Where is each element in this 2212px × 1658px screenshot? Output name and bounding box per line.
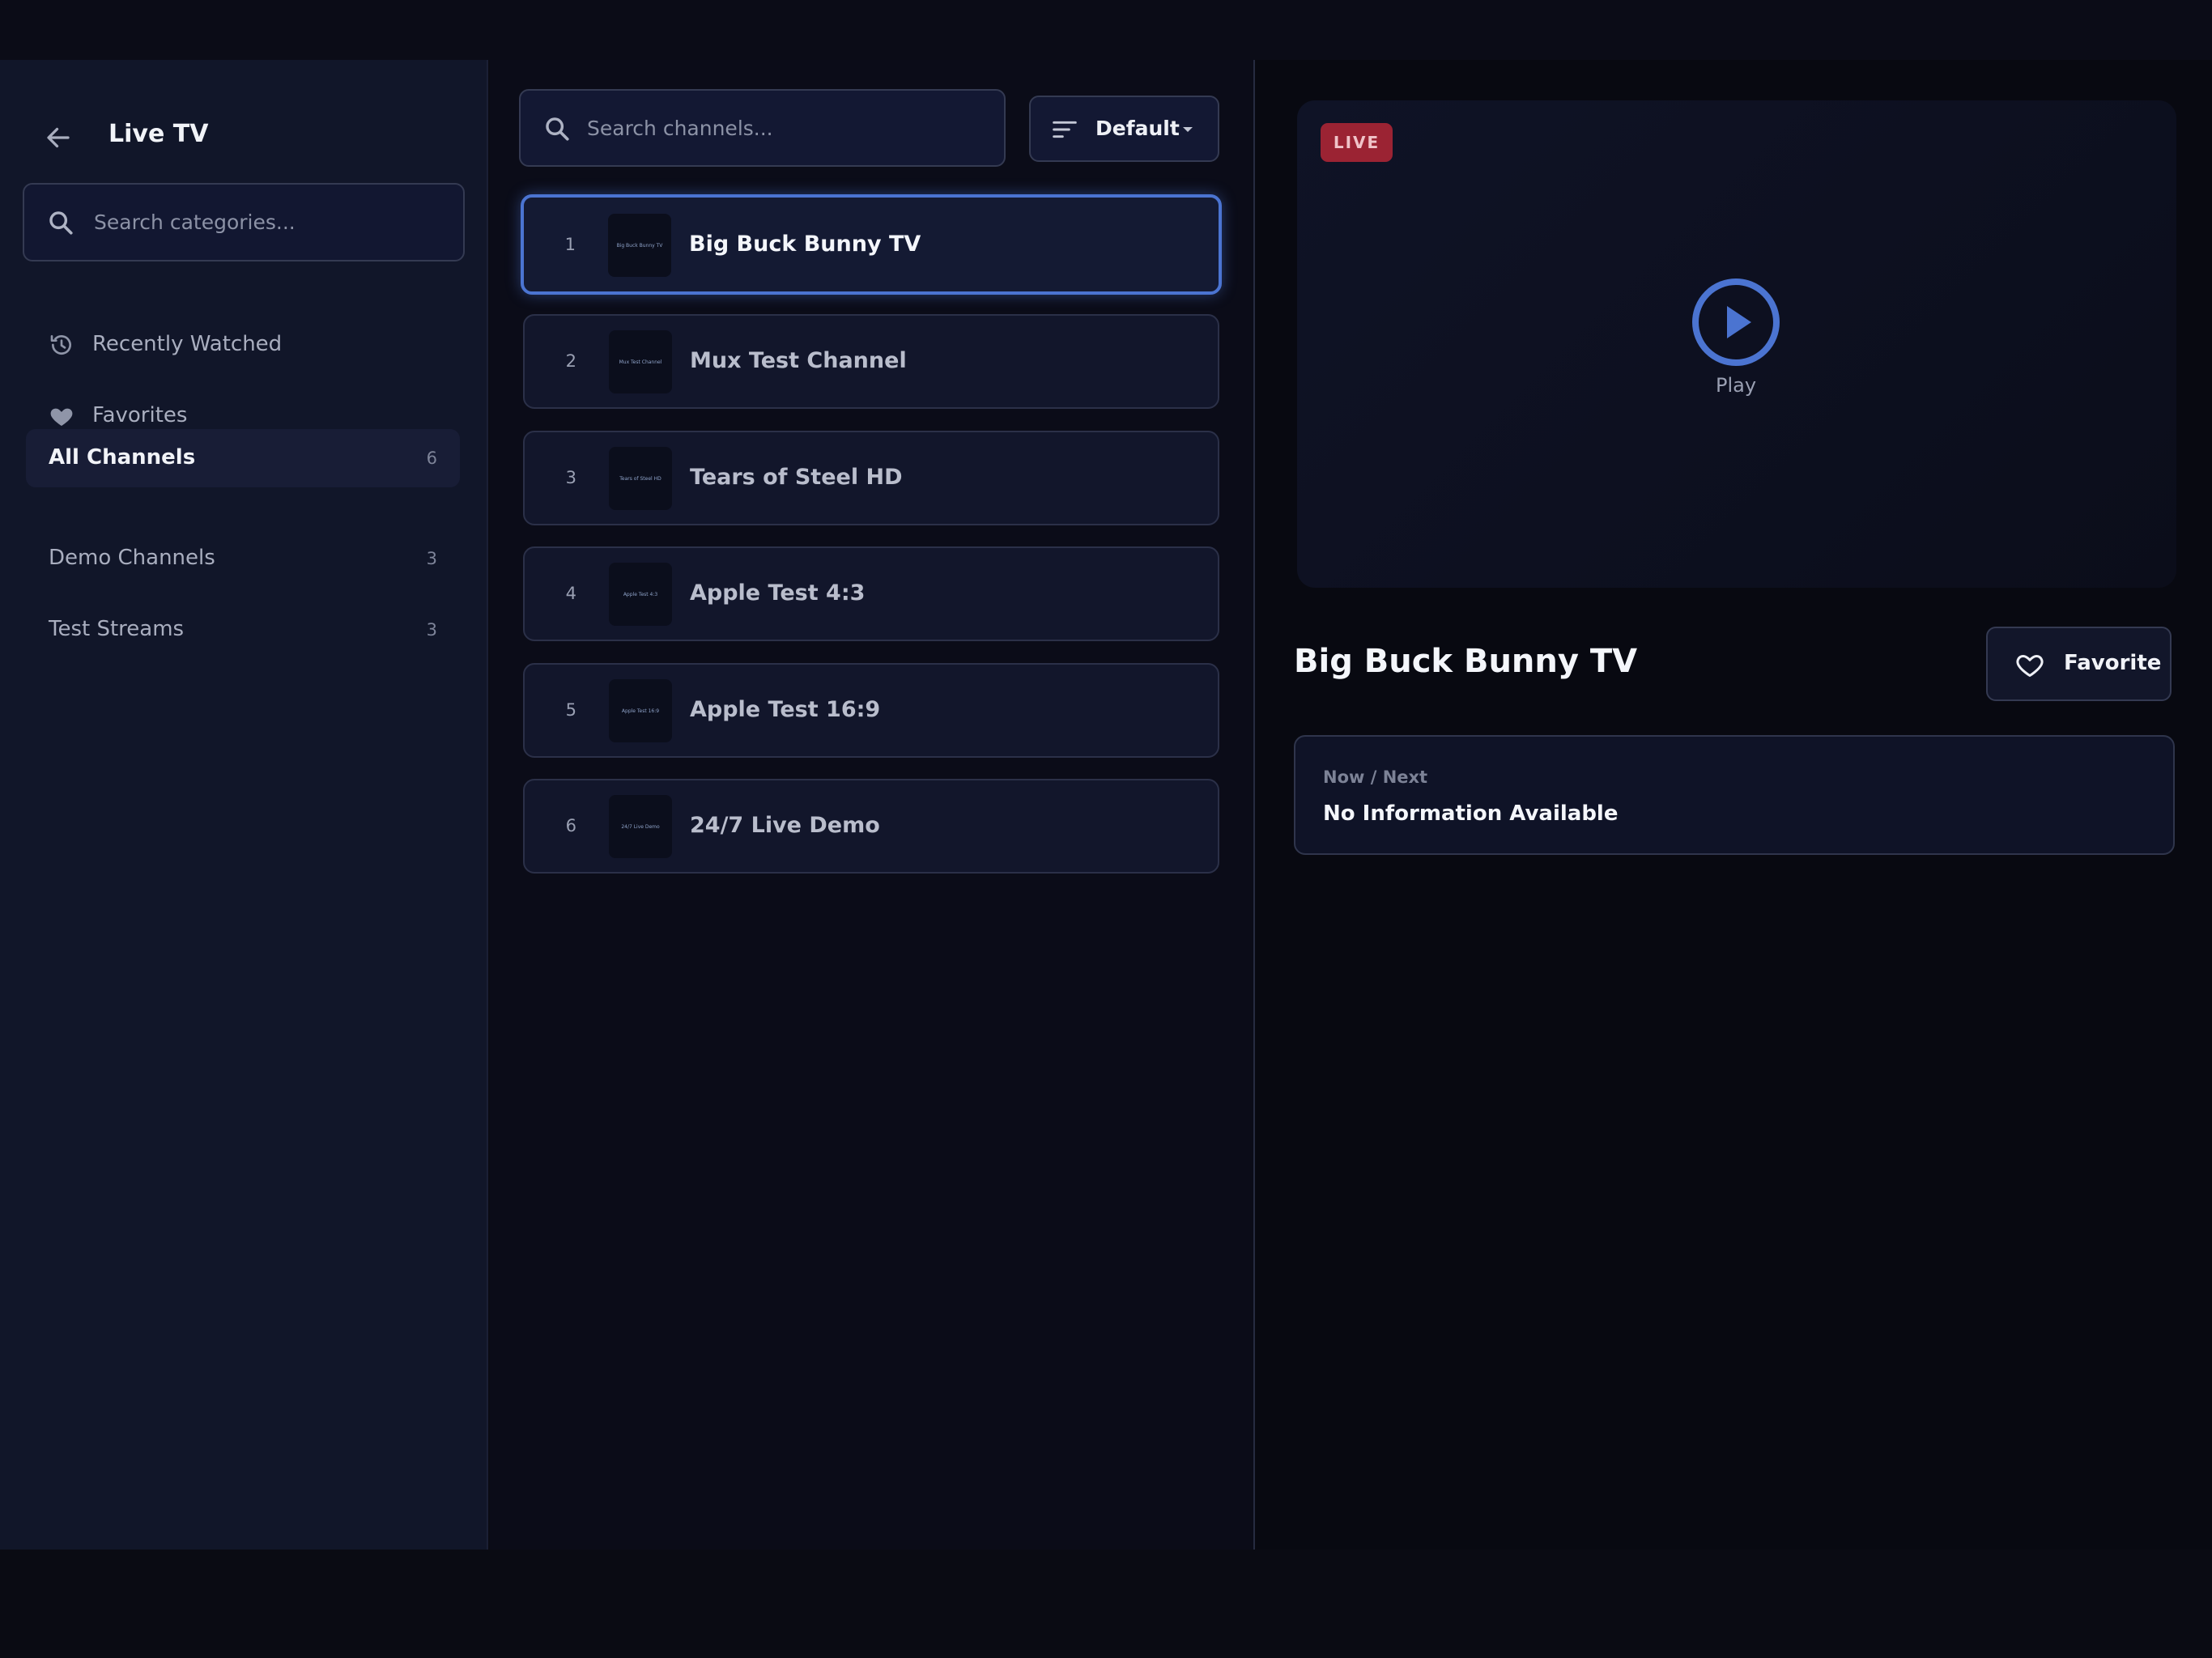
channel-row[interactable]: 2 Mux Test Channel Mux Test Channel xyxy=(523,314,1219,409)
channel-number: 4 xyxy=(565,584,576,603)
channel-name: Apple Test 16:9 xyxy=(690,697,881,722)
sidebar-item-label: Test Streams xyxy=(49,617,185,641)
channel-number: 3 xyxy=(565,468,576,487)
category-search-box[interactable] xyxy=(23,183,465,261)
channel-number: 2 xyxy=(565,351,576,371)
caret-down-icon xyxy=(1183,127,1193,132)
category-sidebar: Live TV Recently Watched Favorites All C… xyxy=(0,60,488,1550)
channel-logo: Big Buck Bunny TV xyxy=(608,214,671,277)
channel-row[interactable]: 3 Tears of Steel HD Tears of Steel HD xyxy=(523,431,1219,525)
channel-name: 24/7 Live Demo xyxy=(690,813,880,838)
sidebar-item-label: Demo Channels xyxy=(49,546,215,570)
channel-search-input[interactable] xyxy=(585,91,990,165)
sort-icon xyxy=(1053,121,1077,138)
bottom-bar xyxy=(0,1550,2212,1658)
category-count: 6 xyxy=(426,449,437,468)
now-next-info-box: Now / Next No Information Available xyxy=(1294,735,2175,855)
favorite-label: Favorite xyxy=(2064,651,2162,675)
sidebar-item-recently-watched[interactable]: Recently Watched xyxy=(26,316,460,374)
sort-label: Default xyxy=(1095,117,1180,140)
channel-list-panel: Default 1 Big Buck Bunny TV Big Buck Bun… xyxy=(490,60,1254,1550)
page-title: Live TV xyxy=(108,120,209,148)
channel-name: Mux Test Channel xyxy=(690,348,907,373)
sidebar-item-label: Favorites xyxy=(92,403,188,427)
selected-channel-title: Big Buck Bunny TV xyxy=(1294,643,1638,680)
channel-row[interactable]: 5 Apple Test 16:9 Apple Test 16:9 xyxy=(523,663,1219,758)
channel-logo-text: Mux Test Channel xyxy=(619,359,662,365)
channel-details-panel: LIVE Play Big Buck Bunny TV Favorite Now… xyxy=(1255,60,2212,1550)
channel-row[interactable]: 4 Apple Test 4:3 Apple Test 4:3 xyxy=(523,546,1219,641)
sidebar-item-all-channels[interactable]: All Channels 6 xyxy=(26,429,460,487)
favorite-button[interactable]: Favorite xyxy=(1986,627,2172,701)
channel-logo: Tears of Steel HD xyxy=(609,447,672,510)
play-label: Play xyxy=(1715,374,1757,397)
channel-logo: Mux Test Channel xyxy=(609,330,672,393)
category-search-input[interactable] xyxy=(92,185,449,260)
channel-logo-text: Apple Test 4:3 xyxy=(623,591,658,597)
history-icon xyxy=(50,335,71,355)
channel-logo-text: Big Buck Bunny TV xyxy=(616,242,663,249)
channel-search-box[interactable] xyxy=(519,89,1006,167)
channel-name: Big Buck Bunny TV xyxy=(689,232,921,257)
epg-label: Now / Next xyxy=(1323,767,1428,787)
channel-name: Tears of Steel HD xyxy=(690,465,903,490)
epg-value: No Information Available xyxy=(1323,801,1619,826)
category-count: 3 xyxy=(426,620,437,640)
video-player-preview[interactable]: LIVE Play xyxy=(1297,100,2176,588)
search-icon xyxy=(49,211,73,235)
top-bar xyxy=(0,0,2212,60)
sort-dropdown[interactable]: Default xyxy=(1029,96,1219,162)
channel-row[interactable]: 1 Big Buck Bunny TV Big Buck Bunny TV xyxy=(521,194,1222,295)
play-button-icon[interactable] xyxy=(1691,277,1781,368)
arrow-left-icon xyxy=(47,127,70,148)
channel-logo: Apple Test 4:3 xyxy=(609,563,672,626)
back-button[interactable] xyxy=(36,115,81,160)
channel-logo-text: 24/7 Live Demo xyxy=(621,823,660,830)
heart-icon xyxy=(50,408,73,426)
sidebar-item-label: Recently Watched xyxy=(92,332,283,356)
channel-number: 6 xyxy=(565,816,576,835)
channel-logo: 24/7 Live Demo xyxy=(609,795,672,858)
channel-logo-text: Apple Test 16:9 xyxy=(621,708,660,714)
search-icon xyxy=(546,117,569,141)
channel-name: Apple Test 4:3 xyxy=(690,580,866,606)
category-count: 3 xyxy=(426,549,437,568)
channel-logo-text: Tears of Steel HD xyxy=(619,475,661,482)
sidebar-header: Live TV xyxy=(0,104,488,170)
heart-outline-icon xyxy=(2016,655,2044,677)
sidebar-item-test-streams[interactable]: Test Streams 3 xyxy=(26,601,460,659)
channel-number: 5 xyxy=(565,700,576,720)
sidebar-item-label: All Channels xyxy=(49,445,196,470)
channel-number: 1 xyxy=(564,235,576,254)
sidebar-item-demo-channels[interactable]: Demo Channels 3 xyxy=(26,529,460,588)
channel-row[interactable]: 6 24/7 Live Demo 24/7 Live Demo xyxy=(523,779,1219,874)
live-badge: LIVE xyxy=(1321,123,1393,162)
channel-logo: Apple Test 16:9 xyxy=(609,679,672,742)
